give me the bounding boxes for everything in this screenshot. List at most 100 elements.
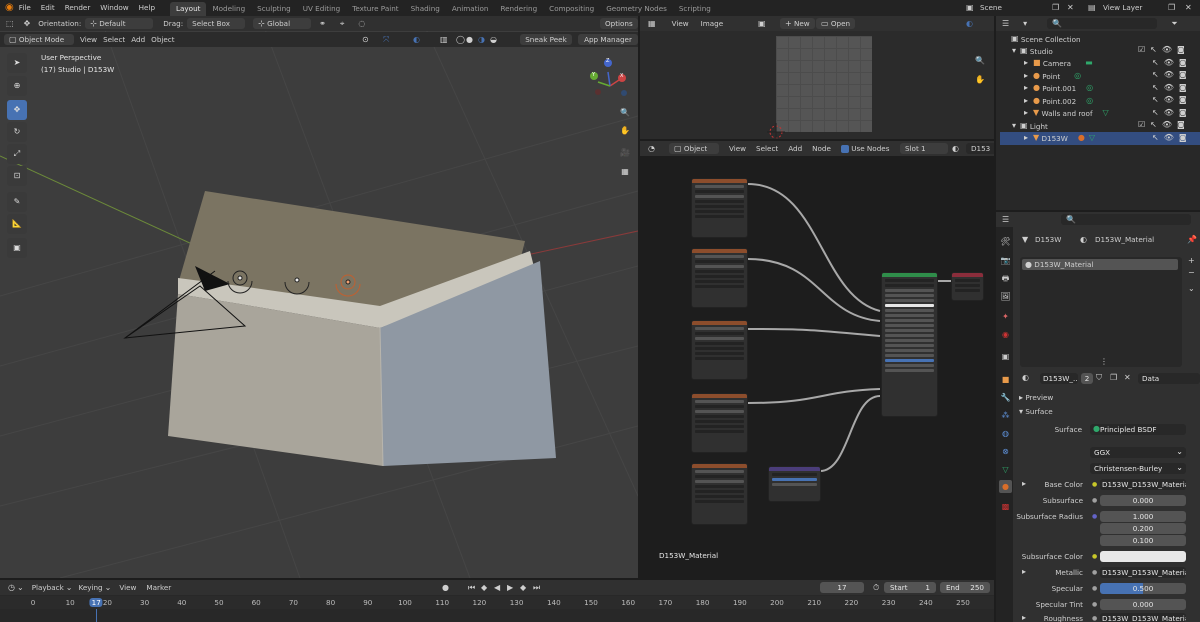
material-slot-item[interactable]: ● D153W_Material [1022,259,1178,270]
select-arrow-icon[interactable]: ↖ [1150,120,1157,130]
image-texture-node-5[interactable] [691,463,748,525]
end-frame-field[interactable]: End 250 [940,582,990,593]
camera-render-icon[interactable]: ◙ [1179,108,1187,118]
normal-map-node[interactable] [768,466,821,502]
timeline-ruler[interactable]: 0 10 17 20 30 40 50 60 70 80 90 100 110 120 130 140 150 1… [0,596,994,609]
camera-render-icon[interactable]: ◙ [1179,133,1187,143]
rendered-shading-icon[interactable]: ◒ [490,35,497,45]
camera-view-button[interactable]: 🎥 [616,144,634,162]
specular-slider[interactable]: 0.500 [1100,583,1186,594]
image-pan-button[interactable]: ✋ [971,71,989,89]
properties-search-input[interactable]: 🔍 [1061,214,1192,225]
output-tab[interactable]: 🖶 [999,272,1012,285]
eye-icon[interactable]: 👁 [1164,83,1174,93]
zoom-button[interactable]: 🔍 [616,104,634,122]
physics-tab[interactable]: ◍ [999,427,1012,440]
options-dropdown[interactable]: Options [600,18,638,29]
subsurface-radius-y-field[interactable]: 0.200 [1100,523,1186,534]
drag-dropdown[interactable]: Select Box [187,18,246,29]
unlink-material-icon[interactable]: ✕ [1124,373,1131,383]
image-texture-node-2[interactable] [691,248,748,308]
tool-tab[interactable]: 🛠 [999,235,1012,248]
image-overlay-icon[interactable]: ◐ [966,19,973,29]
select-arrow-icon[interactable]: ↖ [1150,45,1157,55]
copy-layer-icon[interactable]: ❐ [1168,3,1175,13]
cursor-tool[interactable]: ⊕ [7,76,27,96]
camera-render-icon[interactable]: ◙ [1179,83,1187,93]
stopwatch-icon[interactable]: ⏱ [873,583,879,593]
tab-scripting[interactable]: Scripting [673,2,717,16]
snap-icon[interactable]: ⌖ [340,19,345,29]
tab-modeling[interactable]: Modeling [206,2,251,16]
sneak-peek-button[interactable]: Sneak Peek [520,34,572,45]
material-output-node[interactable] [951,272,984,301]
subsurface-color-swatch[interactable] [1100,551,1186,562]
distribution-dropdown[interactable]: GGX ⌄ [1090,447,1186,458]
scene-tab[interactable]: ✦ [999,310,1012,323]
timeline-menu-playback[interactable]: Playback [32,583,64,592]
next-keyframe-icon[interactable]: ◆ [520,583,526,593]
eye-icon[interactable]: 👁 [1164,108,1174,118]
wireframe-shading-icon[interactable]: ◯ [456,35,465,45]
viewport-menu-select[interactable]: Select [103,35,125,44]
image-browse-icon[interactable]: ▣ [758,19,766,29]
tab-geometry-nodes[interactable]: Geometry Nodes [600,2,673,16]
start-frame-field[interactable]: Start 1 [884,582,936,593]
subsurface-radius-x-field[interactable]: 1.000 [1100,511,1186,522]
material-shading-icon[interactable]: ◑ [478,35,485,45]
checkbox-icon[interactable]: ☑ [1138,45,1145,55]
menu-render[interactable]: Render [60,0,96,16]
camera-render-icon[interactable]: ◙ [1179,58,1187,68]
camera-render-icon[interactable]: ◙ [1179,95,1187,105]
image-texture-node-4[interactable] [691,393,748,453]
camera-render-icon[interactable]: ◙ [1179,70,1187,80]
constraints-tab[interactable]: ⊗ [999,445,1012,458]
new-material-icon[interactable]: ❐ [1110,373,1117,383]
panel-preview-header[interactable]: ▸ Preview [1017,392,1200,403]
move-icon[interactable]: ✥ [24,19,31,29]
menu-help[interactable]: Help [134,0,160,16]
image-texture-node-3[interactable] [691,320,748,380]
image-editor[interactable]: ▦ View Image ▣ + New ▭ Open ◐ 🔍 ✋ [640,16,994,139]
resize-handle-icon[interactable]: ⋮ [1100,357,1108,367]
image-texture-node-1[interactable] [691,178,748,238]
overlay-icon[interactable]: ◐ [413,35,420,45]
perspective-toggle-button[interactable]: ▦ [616,163,634,181]
view-layer-tab[interactable]: 🖼 [999,290,1012,303]
menu-edit[interactable]: Edit [36,0,60,16]
move-tool[interactable]: ✥ [7,100,27,120]
editor-type-icon[interactable]: ◷ [8,583,15,593]
playhead-frame-label[interactable]: 17 [89,598,103,607]
slot-specials-icon[interactable]: ⌄ [1188,284,1195,294]
delete-layer-icon[interactable]: ✕ [1185,3,1192,13]
3d-viewport[interactable]: ⬚ ✥ Orientation: ⊹ Default Drag: Select … [0,16,638,578]
select-arrow-icon[interactable]: ↖ [1152,70,1159,80]
measure-tool[interactable]: 📐 [7,214,27,234]
scene-name[interactable]: Scene [980,0,1002,16]
viewport-menu-view[interactable]: View [80,35,97,44]
solid-shading-icon[interactable]: ● [466,35,473,45]
select-arrow-icon[interactable]: ↖ [1152,83,1159,93]
add-slot-icon[interactable]: + [1188,256,1195,266]
render-tab[interactable]: 📷 [999,254,1012,267]
menu-window[interactable]: Window [95,0,133,16]
open-image-button[interactable]: ▭ Open [816,18,856,29]
remove-slot-icon[interactable]: − [1188,268,1195,278]
tab-compositing[interactable]: Compositing [543,2,600,16]
rotate-tool[interactable]: ↻ [7,122,27,142]
select-arrow-icon[interactable]: ↖ [1152,108,1159,118]
image-menu-view[interactable]: View [672,19,689,28]
visibility-icon[interactable]: ⊙ [362,35,369,45]
image-zoom-button[interactable]: 🔍 [971,52,989,70]
select-box-tool[interactable]: ➤ [7,53,27,73]
shader-node-editor[interactable]: ◔ ▢ Object View Select Add Node Use Node… [640,141,994,578]
metallic-field[interactable]: D153W_D153W_Materia... [1100,567,1186,578]
object-tab[interactable]: ■ [999,373,1012,386]
timeline-menu-keying[interactable]: Keying [78,583,102,592]
outliner-row-scene-collection[interactable]: ▣ Scene Collection [1000,33,1200,46]
play-icon[interactable]: ▶ [507,583,513,593]
tab-sculpting[interactable]: Sculpting [251,2,297,16]
eye-icon[interactable]: 👁 [1164,70,1174,80]
annotate-tool[interactable]: ✎ [7,192,27,212]
image-menu-image[interactable]: Image [701,19,724,28]
